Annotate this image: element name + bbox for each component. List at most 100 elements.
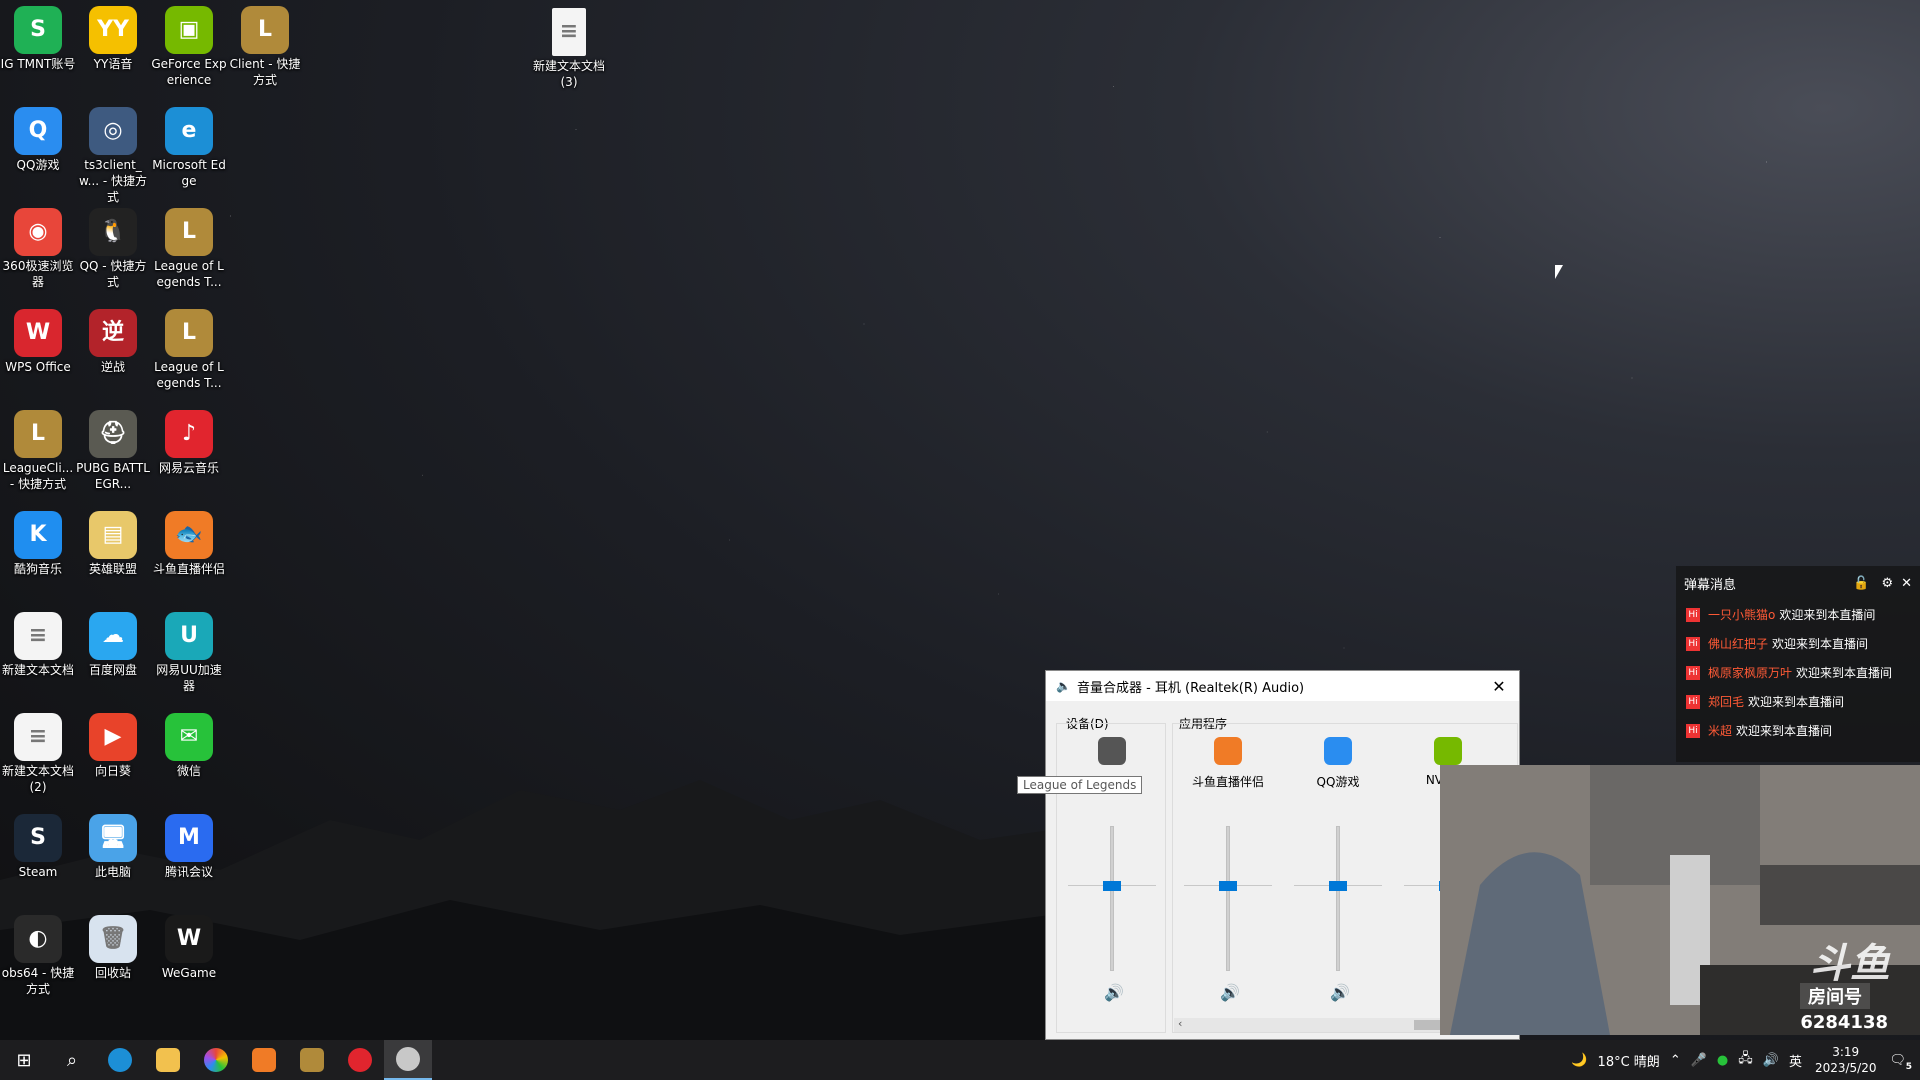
taskbar-league[interactable] xyxy=(288,1040,336,1080)
microphone-icon[interactable]: 🎤 xyxy=(1691,1053,1707,1068)
system-tray: 🌙 18°C 晴朗 ⌃ 🎤 ● 🖧 🔊 英 3:19 2023/5/20 🗨 5 xyxy=(1566,1040,1920,1080)
desktop-icon-label: PUBG BATTLEGR... xyxy=(76,461,150,491)
clock[interactable]: 3:19 2023/5/20 xyxy=(1815,1044,1877,1076)
desktop-icon[interactable]: L LeagueCli... - 快捷方式 xyxy=(0,404,76,492)
desktop-icon[interactable]: ◉ 360极速浏览器 xyxy=(0,202,76,290)
close-icon[interactable]: ✕ xyxy=(1901,576,1912,591)
desktop-icon[interactable]: L League of Legends T... xyxy=(151,303,227,391)
folder-icon xyxy=(156,1048,180,1072)
clock-date: 2023/5/20 xyxy=(1814,1061,1877,1075)
desktop-icon[interactable]: ▣ GeForce Experience xyxy=(151,0,227,88)
desktop-icon[interactable]: L League of Legends T... xyxy=(151,202,227,290)
app-tray-icon[interactable]: ● xyxy=(1717,1053,1728,1068)
douyu-icon xyxy=(1214,737,1242,765)
lock-icon[interactable]: 🔓 xyxy=(1853,576,1869,591)
chevron-up-icon[interactable]: ⌃ xyxy=(1670,1053,1681,1068)
volume-slider-thumb[interactable] xyxy=(1329,881,1347,892)
volume-slider[interactable] xyxy=(1336,826,1340,971)
desktop-icon[interactable]: ◐ obs64 - 快捷方式 xyxy=(0,909,76,997)
network-icon[interactable]: 🖧 xyxy=(1738,1049,1753,1071)
danmu-text: 欢迎来到本直播间 xyxy=(1772,637,1869,651)
app-icon: ▶ xyxy=(89,713,137,761)
desktop-icon-label: 酷狗音乐 xyxy=(13,562,62,576)
desktop-icon-label: QQ游戏 xyxy=(16,158,60,172)
desktop-icon[interactable]: ≡ 新建文本文档 xyxy=(0,606,76,678)
search-icon[interactable]: ⌕ xyxy=(48,1040,96,1080)
taskbar-file-explorer[interactable] xyxy=(144,1040,192,1080)
desktop-icon-label: 新建文本文档 xyxy=(1,663,74,677)
desktop-icon-label: QQ - 快捷方式 xyxy=(79,259,147,289)
notification-icon[interactable]: 🗨 5 xyxy=(1889,1053,1912,1072)
desktop-icon[interactable]: ✉ 微信 xyxy=(151,707,227,779)
close-button[interactable]: ✕ xyxy=(1479,671,1519,701)
desktop-icon-label: GeForce Experience xyxy=(151,57,227,87)
desktop-icon[interactable]: M 腾讯会议 xyxy=(151,808,227,880)
desktop-icon[interactable]: ▶ 向日葵 xyxy=(75,707,151,779)
mixer-channel: 斗鱼直播伴侣 🔊 xyxy=(1174,731,1282,1031)
text-document-icon: ≡ xyxy=(552,8,586,56)
desktop-icon[interactable]: 🐧 QQ - 快捷方式 xyxy=(75,202,151,290)
app-icon: ◐ xyxy=(14,915,62,963)
danmu-message: Hi 枫原家枫原万叶 欢迎来到本直播间 xyxy=(1676,658,1920,687)
nvidia-icon xyxy=(1434,737,1462,765)
desktop-icon[interactable]: ☁ 百度网盘 xyxy=(75,606,151,678)
mute-speaker-icon[interactable]: 🔊 xyxy=(1220,983,1240,1002)
volume-slider[interactable] xyxy=(1110,826,1114,971)
desktop-icon[interactable]: e Microsoft Edge xyxy=(151,101,227,189)
desktop-icon[interactable]: ⛑ PUBG BATTLEGR... xyxy=(75,404,151,492)
settings-icon[interactable]: ⚙ xyxy=(1881,576,1893,591)
app-icon: W xyxy=(165,915,213,963)
desktop-icon[interactable]: 🗑 回收站 xyxy=(75,909,151,981)
danmu-username: 米超 xyxy=(1708,724,1733,738)
volume-slider[interactable] xyxy=(1226,826,1230,971)
taskbar-edge[interactable] xyxy=(96,1040,144,1080)
desktop-icon-label: 新建文本文档 (2) xyxy=(1,764,74,794)
weather-text[interactable]: 18°C 晴朗 xyxy=(1598,1051,1660,1070)
taskbar-volume-mixer[interactable] xyxy=(384,1040,432,1080)
desktop-icon[interactable]: W WeGame xyxy=(151,909,227,981)
ime-indicator[interactable]: 英 xyxy=(1789,1051,1802,1070)
app-icon: 逆 xyxy=(89,309,137,357)
danmu-username: 一只小熊猫o xyxy=(1708,608,1776,622)
desktop-icon-label: ts3client_w... - 快捷方式 xyxy=(78,158,148,204)
taskbar-netease-music[interactable] xyxy=(336,1040,384,1080)
app-icon: 🐟 xyxy=(165,511,213,559)
desktop-icon[interactable]: Q QQ游戏 xyxy=(0,101,76,173)
mute-speaker-icon[interactable]: 🔊 xyxy=(1104,983,1124,1002)
app-icon: 🐧 xyxy=(89,208,137,256)
desktop-icon-label: 360极速浏览器 xyxy=(2,259,74,289)
desktop-icon-label: WeGame xyxy=(161,966,217,980)
desktop-icon[interactable]: W WPS Office xyxy=(0,303,76,375)
weather-icon[interactable]: 🌙 xyxy=(1571,1053,1587,1068)
edge-icon xyxy=(108,1048,132,1072)
taskbar-douyu[interactable] xyxy=(240,1040,288,1080)
app-icon: S xyxy=(14,6,62,54)
desktop-icon-label: 微信 xyxy=(176,764,201,778)
desktop-icon[interactable]: K 酷狗音乐 xyxy=(0,505,76,577)
desktop-icon[interactable]: ♪ 网易云音乐 xyxy=(151,404,227,476)
mouse-cursor-icon xyxy=(1555,265,1563,279)
desktop-icon[interactable]: YY YY语音 xyxy=(75,0,151,72)
taskbar-360-browser[interactable] xyxy=(192,1040,240,1080)
mute-speaker-icon[interactable]: 🔊 xyxy=(1330,983,1350,1002)
desktop-icon[interactable]: L Client - 快捷方式 xyxy=(227,0,303,88)
app-icon: 🗑 xyxy=(89,915,137,963)
desktop-icon[interactable]: ▤ 英雄联盟 xyxy=(75,505,151,577)
desktop-icon[interactable]: 🐟 斗鱼直播伴侣 xyxy=(151,505,227,577)
volume-mixer-titlebar[interactable]: 🔈 音量合成器 - 耳机 (Realtek(R) Audio) ✕ xyxy=(1046,671,1519,701)
desktop-icon[interactable]: 🖥 此电脑 xyxy=(75,808,151,880)
app-icon: ☁ xyxy=(89,612,137,660)
volume-icon[interactable]: 🔊 xyxy=(1763,1053,1779,1068)
desktop-icon-new-text-doc-3[interactable]: ≡ 新建文本文档 (3) xyxy=(531,2,607,90)
danmu-text: 欢迎来到本直播间 xyxy=(1748,695,1845,709)
desktop-icon[interactable]: ◎ ts3client_w... - 快捷方式 xyxy=(75,101,151,205)
desktop-icon[interactable]: U 网易UU加速器 xyxy=(151,606,227,694)
volume-slider-thumb[interactable] xyxy=(1219,881,1237,892)
volume-slider-thumb[interactable] xyxy=(1103,881,1121,892)
desktop-icon[interactable]: S IG TMNT账号 xyxy=(0,0,76,72)
desktop-icon[interactable]: S Steam xyxy=(0,808,76,880)
start-button[interactable]: ⊞ xyxy=(0,1040,48,1080)
desktop-icon[interactable]: ≡ 新建文本文档 (2) xyxy=(0,707,76,795)
desktop-icon[interactable]: 逆逆战 xyxy=(75,303,151,375)
desktop-icon-label: 斗鱼直播伴侣 xyxy=(152,562,225,576)
